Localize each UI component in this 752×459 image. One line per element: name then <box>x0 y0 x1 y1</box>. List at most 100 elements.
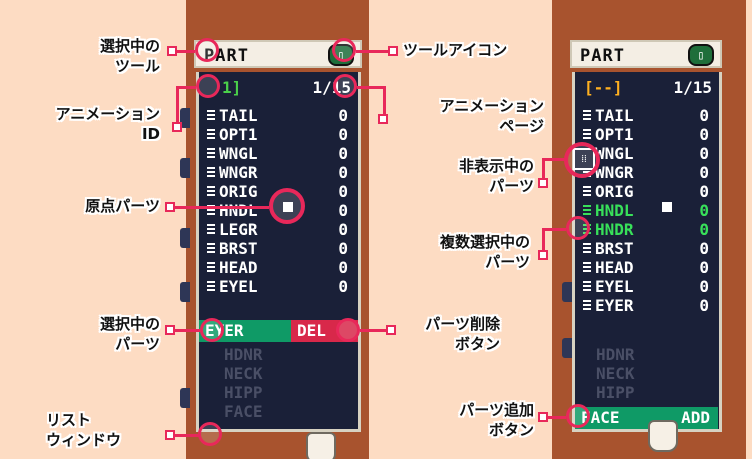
list-item-name: NECK <box>596 364 635 383</box>
id-row-right: [--] 1/15 <box>578 78 716 100</box>
animation-id-right[interactable]: [--] <box>584 78 623 97</box>
list-item[interactable]: LEGR 0 <box>207 220 352 239</box>
callout-marker <box>538 412 548 422</box>
hand-cursor-icon <box>648 420 678 452</box>
list-item-name: HEAD <box>595 258 634 277</box>
callout-line <box>176 86 196 89</box>
list-item[interactable]: BRST 0 <box>207 239 352 258</box>
list-item-value: 0 <box>338 239 348 258</box>
list-item[interactable]: WNGL 0 <box>583 144 713 163</box>
list-item-name: HNDR <box>595 220 634 239</box>
list-item[interactable]: WNGR 0 <box>207 163 352 182</box>
origin-marker-icon <box>662 202 672 212</box>
callout-line <box>542 228 545 250</box>
list-item-name: EYER <box>595 296 634 315</box>
add-part-button[interactable]: FACE ADD <box>575 407 718 429</box>
part-list-right: TAIL 0 OPT1 0 WNGL 0 WNGR 0 ORIG 0 HNDL 0 HNDR 0 BRST 0… <box>583 106 713 315</box>
callout-marker <box>538 250 548 260</box>
callout-ring <box>269 188 305 224</box>
list-item-name: OPT1 <box>219 125 258 144</box>
list-item[interactable]: OPT1 0 <box>583 125 713 144</box>
callout-line <box>542 158 566 161</box>
list-item[interactable]: WNGL 0 <box>207 144 352 163</box>
list-item[interactable]: OPT1 0 <box>207 125 352 144</box>
list-item[interactable]: HEAD 0 <box>207 258 352 277</box>
visible-bars-icon <box>207 243 215 253</box>
list-item[interactable]: WNGR 0 <box>583 163 713 182</box>
callout-marker <box>165 325 175 335</box>
list-item-name: HDNR <box>224 345 263 364</box>
side-tab[interactable] <box>180 228 190 248</box>
list-item-name: WNGL <box>595 144 634 163</box>
callout-line <box>356 50 388 53</box>
callout-line <box>383 86 386 114</box>
list-item-name: HIPP <box>224 383 263 402</box>
callout-line <box>175 434 199 437</box>
list-item[interactable]: EYER 0 <box>583 296 713 315</box>
callout-ring <box>332 38 356 62</box>
callout-line <box>176 86 179 124</box>
list-item[interactable]: EYEL 0 <box>583 277 713 296</box>
list-item-value: 0 <box>338 125 348 144</box>
list-item-value: 0 <box>699 163 709 182</box>
part-header-right: PART ▯ <box>570 40 722 68</box>
add-label: ADD <box>681 408 710 427</box>
list-item-name: EYEL <box>595 277 634 296</box>
side-tab[interactable] <box>562 338 572 358</box>
list-item-name: BRST <box>219 239 258 258</box>
list-item[interactable]: BRST 0 <box>583 239 713 258</box>
callout-ring <box>566 404 590 428</box>
side-tab[interactable] <box>180 158 190 178</box>
visible-bars-icon <box>207 186 215 196</box>
list-item-value: 0 <box>699 106 709 125</box>
callout-marker <box>386 325 396 335</box>
label-origin-part: 原点パーツ <box>85 197 160 215</box>
list-item-name: BRST <box>595 239 634 258</box>
list-item[interactable]: EYEL 0 <box>207 277 352 296</box>
list-item-name: TAIL <box>219 106 258 125</box>
callout-marker <box>388 46 398 56</box>
list-item[interactable]: HNDL 0 <box>583 201 713 220</box>
list-item-value: 0 <box>338 258 348 277</box>
callout-marker <box>172 122 182 132</box>
callout-line <box>542 228 566 231</box>
list-item-value: 0 <box>699 258 709 277</box>
animation-id[interactable]: 1] <box>222 78 241 97</box>
visible-bars-icon <box>207 281 215 291</box>
callout-ring <box>196 74 220 98</box>
tool-icon-right[interactable]: ▯ <box>688 44 714 66</box>
list-item-name: FACE <box>224 402 263 421</box>
list-item[interactable]: HNDR 0 <box>583 220 713 239</box>
list-item-value: 0 <box>699 239 709 258</box>
callout-line <box>360 329 386 332</box>
callout-ring <box>564 142 600 178</box>
callout-line <box>357 86 383 89</box>
label-selected-part: 選択中の パーツ <box>99 315 160 353</box>
callout-ring <box>198 422 222 446</box>
list-item-name: ORIG <box>595 182 634 201</box>
list-item-name: WNGR <box>595 163 634 182</box>
callout-line <box>175 206 269 209</box>
visible-bars-icon <box>583 281 591 291</box>
list-window[interactable]: 1] 1/15 TAIL 0 OPT1 0 WNGL 0 WNGR 0 ORIG 0 HNDL 0 LE… <box>196 72 361 432</box>
side-tab[interactable] <box>180 388 190 408</box>
side-tab[interactable] <box>180 282 190 302</box>
list-item-value: 0 <box>338 163 348 182</box>
animation-page-right[interactable]: 1/15 <box>673 78 712 97</box>
list-item[interactable]: HEAD 0 <box>583 258 713 277</box>
list-item[interactable]: ORIG 0 <box>583 182 713 201</box>
callout-line <box>175 329 201 332</box>
list-item-name: WNGL <box>219 144 258 163</box>
list-item[interactable]: TAIL 0 <box>207 106 352 125</box>
label-delete-button: パーツ削除 ボタン <box>425 315 500 353</box>
visible-bars-icon <box>583 110 591 120</box>
list-item-name: EYEL <box>219 277 258 296</box>
list-item-value: 0 <box>699 144 709 163</box>
side-tab[interactable] <box>562 282 572 302</box>
visible-bars-icon <box>583 186 591 196</box>
visible-bars-icon <box>207 148 215 158</box>
list-item-value: 0 <box>338 220 348 239</box>
list-window-right[interactable]: [--] 1/15 TAIL 0 OPT1 0 WNGL 0 WNGR 0 ORIG 0 HNDL 0… <box>572 72 722 432</box>
list-item-name: HNDL <box>595 201 634 220</box>
list-item[interactable]: TAIL 0 <box>583 106 713 125</box>
